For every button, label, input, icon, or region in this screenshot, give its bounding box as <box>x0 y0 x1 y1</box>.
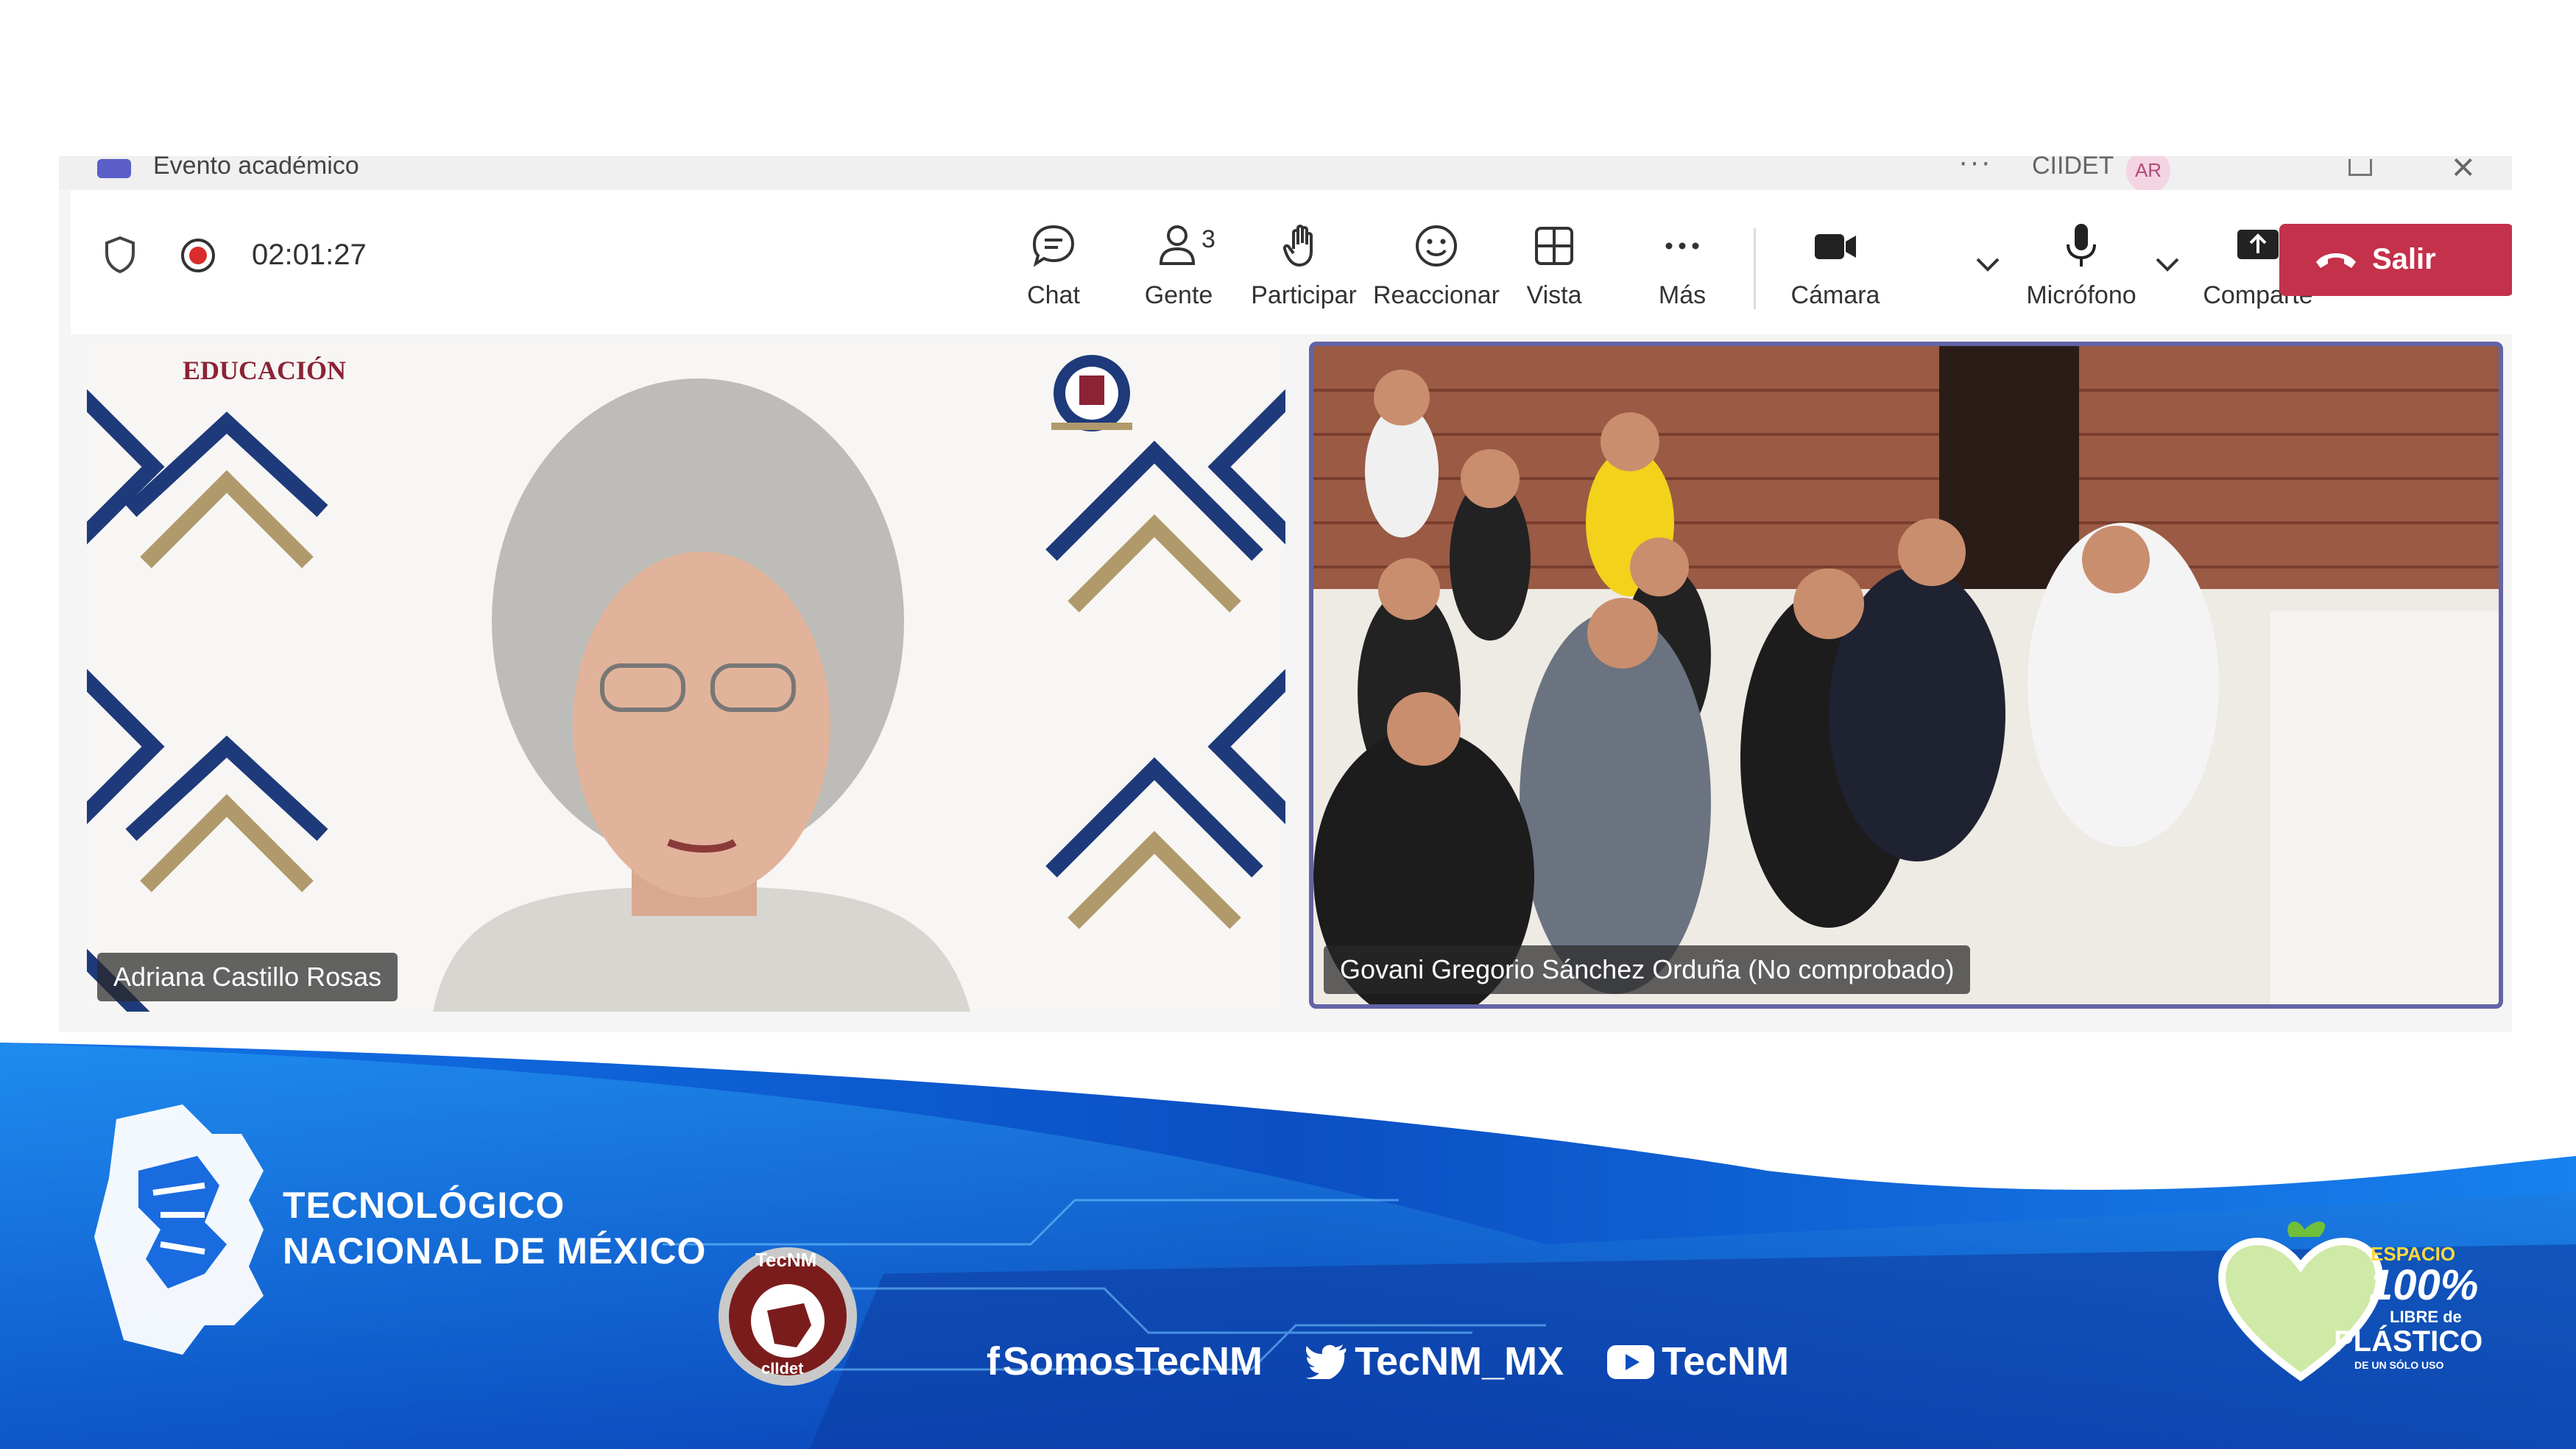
raise-hand-icon <box>1282 225 1313 267</box>
grid-icon <box>1535 227 1573 265</box>
meeting-toolbar: 02:01:27 Chat 3 Gente Participar Reaccio… <box>71 190 2512 336</box>
leave-button[interactable]: Salir <box>2279 224 2512 296</box>
leave-label: Salir <box>2372 243 2436 275</box>
more-label: Más <box>1658 281 1707 309</box>
video-tile-govani[interactable]: Govani Gregorio Sánchez Orduña (No compr… <box>1309 342 2503 1009</box>
espacio-text-3: LIBRE de <box>2390 1308 2462 1326</box>
raise-hand-button[interactable]: Participar <box>1234 219 1374 322</box>
raise-hand-label: Participar <box>1251 281 1357 309</box>
more-icon <box>1665 242 1699 250</box>
people-label: Gente <box>1144 281 1213 309</box>
view-label: Vista <box>1526 281 1582 309</box>
educacion-logo-text: EDUCACIÓN <box>183 356 347 385</box>
camera-options-chevron-icon[interactable] <box>1972 249 2004 281</box>
educacion-logo: EDUCACIÓN <box>183 355 346 386</box>
toolbar-divider <box>1754 228 1756 309</box>
more-button[interactable]: Más <box>1612 219 1752 322</box>
more-options-icon[interactable]: ··· <box>1958 156 1992 179</box>
twitter-handle: TecNM_MX <box>1355 1339 1564 1383</box>
audience-video-feed <box>1313 346 2499 1004</box>
people-icon <box>1159 225 1196 265</box>
teams-window: Evento académico ··· CIIDET AR × 02:01:2… <box>59 156 2512 1032</box>
espacio-text-5: DE UN SÓLO USO <box>2354 1359 2444 1371</box>
tecnm-name: TECNOLÓGICO NACIONAL DE MÉXICO <box>283 1182 706 1274</box>
chat-label: Chat <box>1027 281 1080 309</box>
video-stage: EDUCACIÓN Adriana Castillo Rosas Govani … <box>71 334 2512 1032</box>
share-icon <box>2237 230 2279 259</box>
presenter-video-background <box>87 342 1285 1012</box>
chat-button[interactable]: Chat <box>984 219 1123 322</box>
organization-name: CIIDET <box>2032 156 2114 180</box>
espacio-text-2: 100% <box>2369 1261 2479 1309</box>
participant-name-govani: Govani Gregorio Sánchez Orduña (No compr… <box>1324 945 1971 994</box>
chat-icon <box>1032 225 1075 267</box>
hang-up-icon <box>2316 253 2356 268</box>
microphone-label: Micrófono <box>2026 281 2136 309</box>
ciidet-emblem-title: TecNM <box>755 1249 817 1271</box>
people-count-badge: 3 <box>1201 225 1215 253</box>
plastic-free-logo: ESPACIO 100% LIBRE de PLÁSTICO DE UN SÓL… <box>2209 1215 2503 1392</box>
camera-button[interactable]: Cámara <box>1765 219 1905 322</box>
twitter-icon <box>1306 1344 1347 1381</box>
camera-icon <box>1815 234 1856 259</box>
tecnm-name-line2: NACIONAL DE MÉXICO <box>283 1230 707 1272</box>
tecnm-name-line1: TECNOLÓGICO <box>283 1185 565 1226</box>
camera-label: Cámara <box>1790 281 1880 309</box>
ciidet-emblem-subtitle: cIIdet <box>761 1359 804 1378</box>
title-bar: Evento académico ··· CIIDET AR × <box>59 156 2512 193</box>
people-button[interactable]: 3 Gente <box>1109 219 1249 322</box>
recording-indicator-icon <box>181 239 215 272</box>
window-title: Evento académico <box>153 156 359 180</box>
microphone-options-chevron-icon[interactable] <box>2151 249 2184 281</box>
tecnm-gear-logo <box>94 1104 264 1355</box>
social-media-handles: fSomosTecNM TecNM_MX TecNM <box>987 1339 1821 1384</box>
meeting-timer: 02:01:27 <box>252 239 367 271</box>
facebook-icon: f <box>987 1339 1000 1383</box>
teams-app-icon <box>97 159 131 178</box>
video-tile-adriana[interactable]: EDUCACIÓN Adriana Castillo Rosas <box>87 342 1285 1012</box>
view-button[interactable]: Vista <box>1484 219 1624 322</box>
facebook-link[interactable]: fSomosTecNM <box>987 1339 1279 1383</box>
participant-name-adriana: Adriana Castillo Rosas <box>97 953 398 1001</box>
youtube-link[interactable]: TecNM <box>1607 1339 1805 1383</box>
facebook-handle: SomosTecNM <box>1002 1339 1263 1383</box>
espacio-text-4: PLÁSTICO <box>2334 1325 2483 1358</box>
smiley-icon <box>1416 225 1457 267</box>
microphone-button[interactable]: Micrófono <box>2011 219 2151 322</box>
restore-window-icon[interactable] <box>2349 159 2372 176</box>
shield-icon[interactable] <box>103 236 137 274</box>
twitter-link[interactable]: TecNM_MX <box>1306 1339 1580 1383</box>
institution-seal-logo <box>1051 355 1132 431</box>
close-window-icon[interactable]: × <box>2452 156 2475 190</box>
youtube-handle: TecNM <box>1662 1339 1790 1383</box>
youtube-icon <box>1607 1345 1655 1379</box>
microphone-icon <box>2067 224 2096 267</box>
user-avatar[interactable]: AR <box>2126 156 2170 193</box>
